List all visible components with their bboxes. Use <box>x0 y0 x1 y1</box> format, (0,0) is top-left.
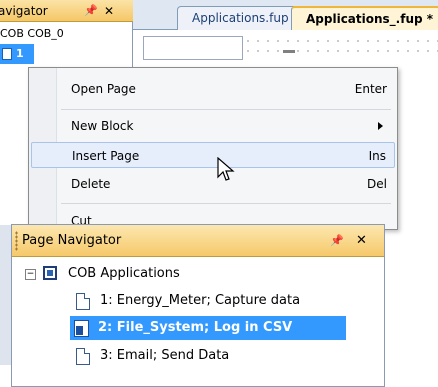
drag-grip-icon[interactable] <box>15 231 18 251</box>
background-tree-root[interactable]: COB COB_0 <box>0 24 133 44</box>
page-tree: − COB Applications 1: Energy_Meter; Capt… <box>12 259 384 386</box>
tree-root-label: COB Applications <box>68 266 180 281</box>
page-icon <box>76 348 90 365</box>
page-icon <box>2 48 12 60</box>
page-navigator-header[interactable]: Page Navigator 📌 ✕ <box>12 225 384 257</box>
menu-item-open-page[interactable]: Open Page Enter <box>31 76 395 102</box>
tab-applications[interactable]: Applications.fup <box>177 6 297 30</box>
menu-item-label: New Block <box>71 119 134 133</box>
pin-icon[interactable]: 📌 <box>84 0 98 22</box>
tree-page-label: 1: Energy_Meter; Capture data <box>100 293 301 308</box>
mouse-cursor-icon <box>217 157 235 181</box>
tree-page-label: 2: File_System; Log in CSV <box>98 320 293 335</box>
background-navigator-header: avigator 📌 ✕ <box>0 0 133 22</box>
insert-page-icon <box>74 320 89 337</box>
menu-item-label: Insert Page <box>72 149 140 163</box>
tree-page-item[interactable]: 1: Energy_Meter; Capture data <box>72 289 352 313</box>
menu-separator <box>61 109 391 110</box>
menu-item-new-block[interactable]: New Block <box>31 113 395 139</box>
pin-icon[interactable]: 📌 <box>330 225 344 257</box>
background-tree-selected-item[interactable]: 1 <box>0 44 34 64</box>
menu-item-insert-page[interactable]: Insert Page Ins <box>31 142 395 168</box>
page-navigator-panel: Page Navigator 📌 ✕ − COB Applications 1:… <box>11 224 385 387</box>
close-icon[interactable]: ✕ <box>104 0 114 22</box>
menu-item-label: Open Page <box>71 82 136 96</box>
tree-page-label: 3: Email; Send Data <box>100 348 230 363</box>
editor-field[interactable] <box>143 36 243 60</box>
menu-item-label: Delete <box>71 177 111 191</box>
background-navigator-title: avigator <box>0 4 48 18</box>
grid-connector-mark <box>283 50 295 53</box>
context-menu: Open Page Enter New Block Insert Page In… <box>28 67 398 230</box>
tab-bar: Applications.fup Applications_.fup * <box>133 0 438 30</box>
cob-icon <box>43 266 57 280</box>
tree-page-item[interactable]: 3: Email; Send Data <box>72 344 352 368</box>
page-navigator-title: Page Navigator <box>22 233 122 248</box>
page-icon <box>76 293 90 310</box>
menu-separator <box>61 203 391 204</box>
submenu-arrow-icon <box>378 122 383 130</box>
menu-item-shortcut: Enter <box>354 82 387 96</box>
tab-applications-active[interactable]: Applications_.fup * <box>291 6 438 30</box>
close-icon[interactable]: ✕ <box>356 225 367 257</box>
menu-item-shortcut: Del <box>367 177 387 191</box>
collapse-icon[interactable]: − <box>25 269 36 280</box>
menu-item-shortcut: Ins <box>368 149 386 163</box>
background-tree-selected-number: 1 <box>16 47 24 60</box>
tree-page-item-selected[interactable]: 2: File_System; Log in CSV <box>70 316 346 340</box>
menu-item-delete[interactable]: Delete Del <box>31 171 395 197</box>
